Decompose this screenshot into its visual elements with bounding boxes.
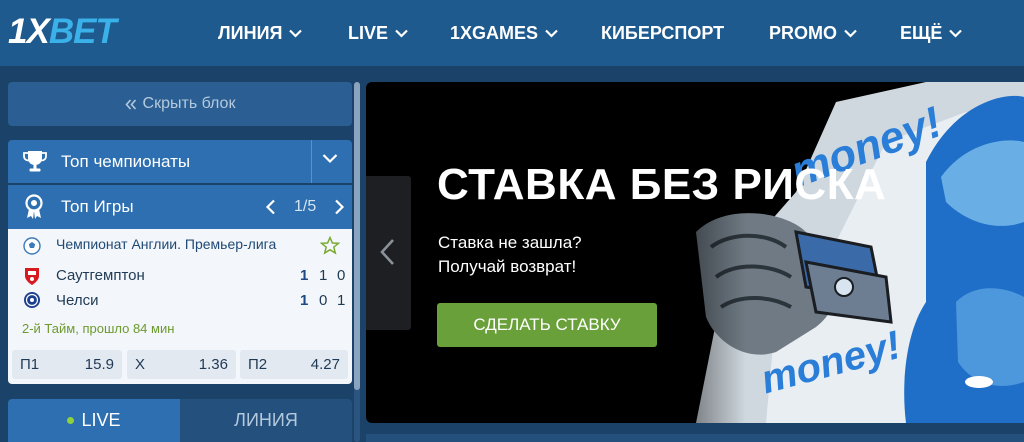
star-icon[interactable] bbox=[320, 236, 340, 255]
match-card[interactable]: Чемпионат Англии. Премьер-лига Саутгемпт… bbox=[8, 229, 352, 384]
below-banner-strip bbox=[366, 434, 1024, 442]
sidebar-tabs: LIVE ЛИНИЯ bbox=[8, 399, 352, 442]
nav-esports[interactable]: КИБЕРСПОРТ bbox=[601, 0, 724, 66]
logo-main: 1X bbox=[8, 12, 50, 51]
nav-line-label: ЛИНИЯ bbox=[218, 22, 283, 43]
odd-value: 15.9 bbox=[84, 356, 114, 373]
chevron-down-icon[interactable] bbox=[322, 153, 338, 164]
nav-1xgames[interactable]: 1XGAMES bbox=[450, 0, 558, 66]
tab-line-label: ЛИНИЯ bbox=[234, 410, 298, 430]
make-bet-button[interactable]: СДЕЛАТЬ СТАВКУ bbox=[437, 303, 657, 347]
league-name[interactable]: Чемпионат Англии. Премьер-лига bbox=[56, 236, 276, 252]
team1-name: Саутгемптон bbox=[56, 267, 145, 284]
odd-label: П1 bbox=[20, 356, 40, 373]
chelsea-crest-icon bbox=[24, 292, 40, 308]
hide-block-label: Скрыть блок bbox=[142, 95, 236, 112]
top-games-label: Топ Игры bbox=[61, 197, 134, 216]
banner-subtitle-1: Ставка не зашла? bbox=[438, 233, 582, 252]
banner-subtitle-2: Получай возврат! bbox=[438, 257, 577, 276]
odd-value: 1.36 bbox=[198, 356, 228, 373]
sidebar-scrollbar-thumb[interactable] bbox=[354, 82, 360, 390]
top-championships-label: Топ чемпионаты bbox=[61, 151, 191, 171]
chevron-down-icon bbox=[545, 29, 558, 38]
nav-promo-label: PROMO bbox=[769, 22, 838, 43]
team2-name: Челси bbox=[56, 292, 99, 309]
team1-score-h2: 0 bbox=[337, 267, 346, 284]
team2-score-h2: 1 bbox=[337, 292, 346, 309]
tab-live[interactable]: LIVE bbox=[8, 399, 180, 442]
chevron-left-icon bbox=[380, 239, 394, 265]
nav-promo[interactable]: PROMO bbox=[769, 0, 857, 66]
top-header: 1X BET ЛИНИЯ LIVE 1XGAMES КИБЕРСПОРТ PROM… bbox=[0, 0, 1024, 66]
tab-line[interactable]: ЛИНИЯ bbox=[180, 399, 352, 442]
top-championships-row[interactable]: Топ чемпионаты bbox=[8, 140, 352, 183]
divider bbox=[311, 140, 312, 183]
odd-button-p2[interactable]: П2 4.27 bbox=[240, 350, 348, 379]
nav-live-label: LIVE bbox=[348, 22, 389, 43]
medal-icon bbox=[25, 194, 43, 219]
chevron-down-icon bbox=[289, 29, 303, 38]
nav-1xgames-label: 1XGAMES bbox=[450, 22, 539, 43]
logo[interactable]: 1X BET bbox=[8, 12, 117, 51]
chevron-down-icon bbox=[844, 29, 857, 38]
odd-label: X bbox=[135, 356, 146, 373]
double-chevron-left-icon bbox=[124, 98, 136, 110]
nav-esports-label: КИБЕРСПОРТ bbox=[601, 22, 725, 43]
logo-accent: BET bbox=[48, 12, 117, 51]
nav-line[interactable]: ЛИНИЯ bbox=[218, 0, 303, 66]
banner-prev-button[interactable] bbox=[366, 176, 411, 330]
team2-score-h1: 0 bbox=[319, 292, 328, 309]
chevron-left-icon[interactable] bbox=[265, 199, 276, 215]
team2-score-total: 1 bbox=[300, 292, 309, 309]
soccer-ball-icon bbox=[23, 237, 41, 255]
nav-more[interactable]: ЕЩЁ bbox=[900, 0, 963, 66]
match-status: 2-й Тайм, прошло 84 мин bbox=[22, 321, 175, 336]
team1-score-h1: 1 bbox=[319, 267, 328, 284]
nav-live[interactable]: LIVE bbox=[348, 0, 408, 66]
chevron-down-icon bbox=[395, 29, 408, 38]
team1-score-total: 1 bbox=[300, 267, 309, 284]
trophy-icon bbox=[23, 151, 47, 172]
chevron-down-icon bbox=[949, 29, 963, 38]
hide-block-button[interactable]: Скрыть блок bbox=[8, 82, 352, 126]
southampton-crest-icon bbox=[25, 268, 39, 285]
odd-value: 4.27 bbox=[310, 356, 340, 373]
odd-label: П2 bbox=[248, 356, 268, 373]
tab-live-label: LIVE bbox=[81, 410, 121, 430]
banner-title: СТАВКА БЕЗ РИСКА bbox=[437, 160, 887, 209]
top-games-pager: 1/5 bbox=[294, 198, 317, 215]
odd-button-x[interactable]: X 1.36 bbox=[127, 350, 236, 379]
top-games-header: Топ Игры 1/5 bbox=[8, 185, 352, 229]
odd-button-p1[interactable]: П1 15.9 bbox=[12, 350, 122, 379]
live-dot-icon bbox=[67, 417, 75, 424]
nav-more-label: ЕЩЁ bbox=[900, 22, 943, 43]
chevron-right-icon[interactable] bbox=[334, 199, 345, 215]
